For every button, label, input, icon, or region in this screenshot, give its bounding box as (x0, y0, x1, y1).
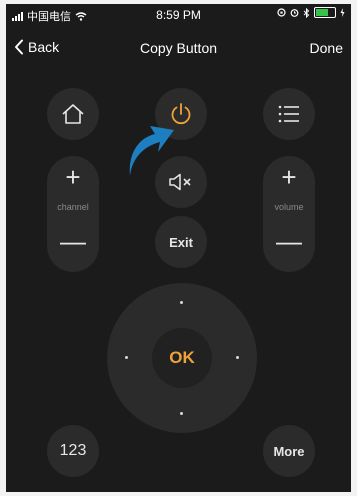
mute-icon (169, 173, 191, 191)
done-button[interactable]: Done (310, 40, 343, 56)
home-icon (62, 104, 84, 124)
status-right (277, 7, 345, 18)
volume-control: + volume — (263, 156, 315, 272)
alarm-icon (290, 9, 299, 17)
channel-up-button[interactable]: + (47, 164, 99, 190)
battery-icon (314, 7, 336, 18)
charging-icon (340, 8, 345, 17)
volume-label: volume (274, 202, 304, 212)
rotation-lock-icon (277, 8, 286, 17)
dpad-left-button[interactable] (125, 356, 128, 359)
exit-button[interactable]: Exit (155, 216, 207, 268)
list-icon (278, 105, 299, 123)
phone-screen: 中国电信 8:59 PM Back Copy Button Done + cha… (6, 4, 351, 492)
volume-down-button[interactable]: — (263, 228, 315, 254)
dpad-up-button[interactable] (180, 301, 183, 304)
bluetooth-icon (303, 7, 310, 18)
channel-down-button[interactable]: — (47, 228, 99, 254)
ok-button[interactable]: OK (152, 328, 212, 388)
menu-button[interactable] (263, 88, 315, 140)
home-button[interactable] (47, 88, 99, 140)
channel-label: channel (57, 202, 89, 212)
more-button[interactable]: More (263, 425, 315, 477)
dpad-down-button[interactable] (180, 412, 183, 415)
channel-control: + channel — (47, 156, 99, 272)
page-title: Copy Button (139, 40, 218, 56)
mute-button[interactable] (155, 156, 207, 208)
dpad-right-button[interactable] (236, 356, 239, 359)
navigation-bar: Back Copy Button Done (6, 32, 351, 62)
numbers-button[interactable]: 123 (47, 425, 99, 477)
status-bar: 中国电信 8:59 PM (6, 4, 351, 26)
volume-up-button[interactable]: + (263, 164, 315, 190)
